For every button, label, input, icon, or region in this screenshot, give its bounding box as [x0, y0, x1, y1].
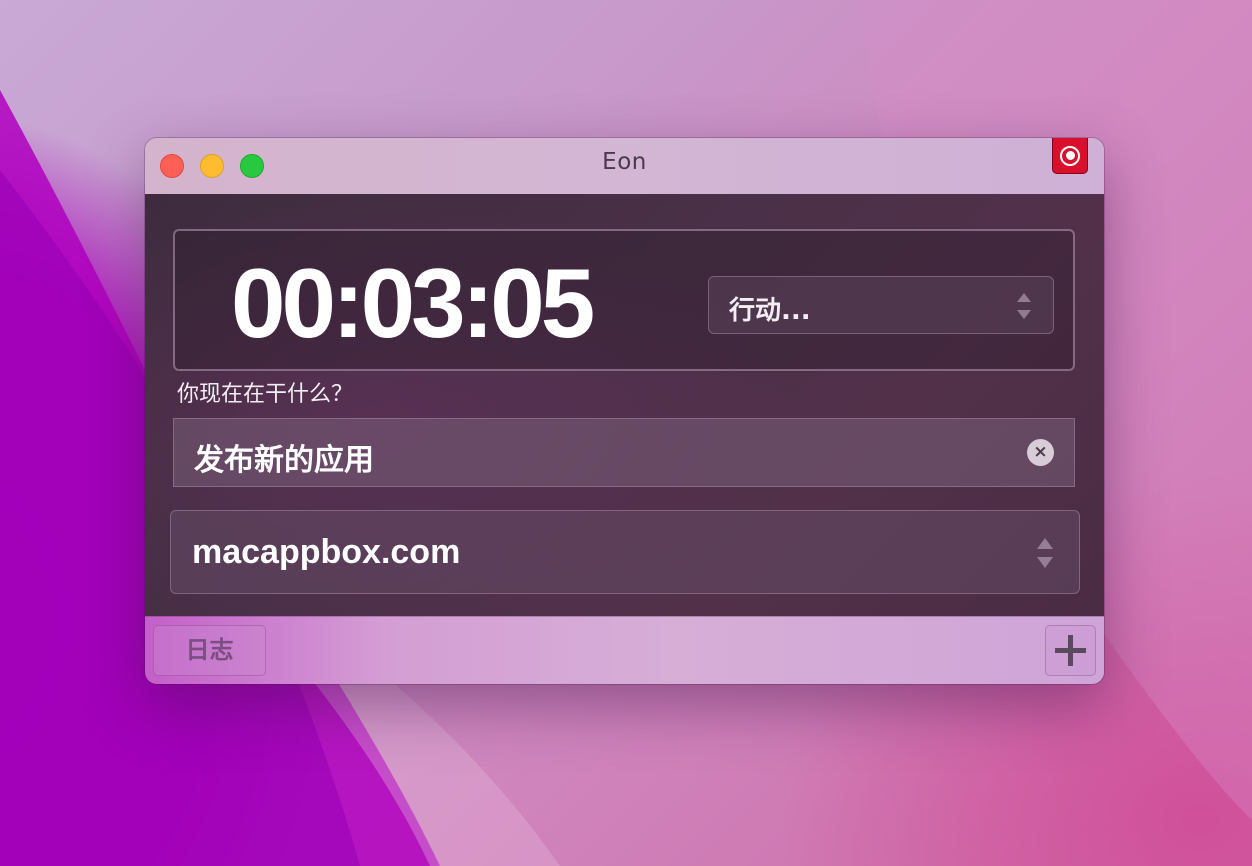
- window-title: Eon: [602, 149, 647, 175]
- eon-window: Eon 00:03:05 行动... 你现在在干什么？ 发布新的应用 × mac…: [145, 138, 1104, 684]
- up-down-chevron-icon: [1017, 293, 1031, 319]
- project-select[interactable]: macappbox.com: [170, 510, 1080, 594]
- clear-circle-icon[interactable]: ×: [1027, 439, 1054, 466]
- log-button[interactable]: 日志: [153, 625, 266, 676]
- project-select-label: macappbox.com: [192, 533, 461, 571]
- task-input[interactable]: 发布新的应用 ×: [173, 418, 1075, 487]
- bottom-toolbar: 日志: [145, 616, 1104, 684]
- task-question-label: 你现在在干什么？: [177, 382, 354, 407]
- title-bar[interactable]: Eon: [145, 138, 1104, 195]
- action-select[interactable]: 行动...: [708, 276, 1054, 334]
- timer-panel: 00:03:05 行动...: [173, 229, 1075, 371]
- elapsed-timer: 00:03:05: [231, 248, 595, 358]
- up-down-chevron-icon: [1037, 538, 1053, 568]
- action-select-label: 行动...: [729, 296, 811, 326]
- task-input-value: 发布新的应用: [194, 443, 374, 478]
- add-button[interactable]: [1045, 625, 1096, 676]
- record-button[interactable]: [1052, 138, 1088, 174]
- record-icon: [1060, 145, 1080, 166]
- main-content: 00:03:05 行动... 你现在在干什么？ 发布新的应用 × macappb…: [145, 194, 1104, 616]
